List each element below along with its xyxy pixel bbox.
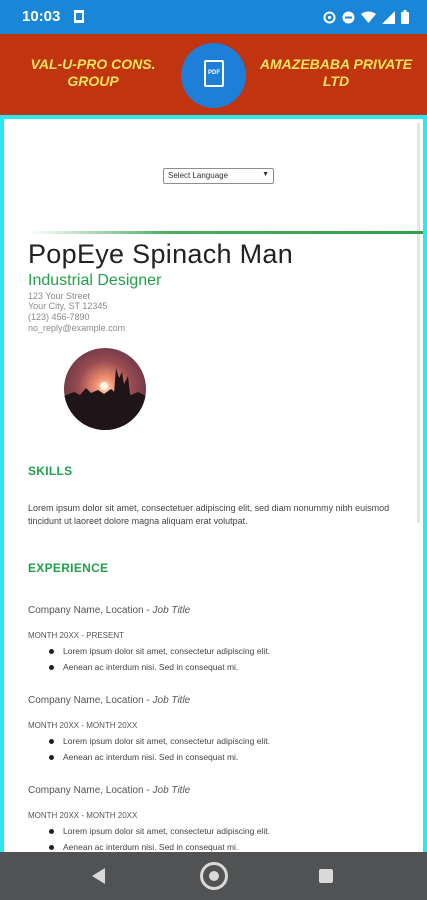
battery-icon [401,10,409,24]
skills-text: Lorem ipsum dolor sit amet, consectetuer… [28,503,390,526]
pdf-icon-label: PDF [208,70,220,76]
contact-city: Your City, ST 12345 [28,301,108,311]
recents-icon[interactable] [319,869,333,883]
job-company: Company Name, Location - Job Title [28,695,190,706]
header-right-title[interactable]: AMAZEBABA PRIVATE LTD [255,56,417,90]
sync-icon [323,11,336,23]
list-item: Lorem ipsum dolor sit amet, consectetur … [44,736,270,752]
job-company-location: Company Name, Location - [28,695,153,706]
job-company: Company Name, Location - Job Title [28,785,190,796]
job-dates: MONTH 20XX - PRESENT [28,631,125,640]
resume-name: PopEye Spinach Man [28,239,294,269]
job-dates: MONTH 20XX - MONTH 20XX [28,811,138,820]
pdf-icon: PDF [204,60,224,87]
job-bullets: Lorem ipsum dolor sit amet, consectetur … [44,646,270,678]
job-company: Company Name, Location - Job Title [28,605,190,616]
job-dates: MONTH 20XX - MONTH 20XX [28,721,138,730]
header-divider [28,231,423,234]
job-bullets: Lorem ipsum dolor sit amet, consectetur … [44,826,270,852]
status-bar: 10:03 [0,0,427,34]
pdf-button[interactable]: PDF [181,43,246,108]
status-time: 10:03 [22,8,61,25]
note-icon [74,10,84,23]
status-icons [323,8,409,26]
contact-phone: (123) 456-7890 [28,312,90,322]
header-left-title[interactable]: VAL-U-PRO CONS. GROUP [18,56,168,90]
list-item: Aenean ac interdum nisi. Sed in consequa… [44,752,270,768]
avatar [64,348,146,430]
contact-email[interactable]: no_reply@example.com [28,323,125,334]
skills-heading: SKILLS [28,464,73,478]
wifi-icon [361,11,376,23]
job-title: Job Title [152,605,191,616]
language-select-value: Select Language [168,171,229,180]
resume-webview[interactable]: Select Language ▼ PopEye Spinach Man Ind… [0,115,427,852]
job-title: Job Title [152,695,191,706]
job-company-location: Company Name, Location - [28,605,153,616]
list-item: Aenean ac interdum nisi. Sed in consequa… [44,662,270,678]
list-item: Lorem ipsum dolor sit amet, consectetur … [44,646,270,662]
chevron-down-icon: ▼ [262,171,269,178]
list-item: Lorem ipsum dolor sit amet, consectetur … [44,826,270,842]
list-item: Aenean ac interdum nisi. Sed in consequa… [44,842,270,852]
job-company-location: Company Name, Location - [28,785,153,796]
navigation-bar [0,852,427,900]
job-bullets: Lorem ipsum dolor sit amet, consectetur … [44,736,270,768]
resume-role: Industrial Designer [28,272,162,289]
signal-icon [382,10,395,24]
dnd-icon [342,11,355,23]
scrollbar[interactable] [417,123,420,523]
back-icon[interactable] [92,868,105,884]
experience-heading: EXPERIENCE [28,561,109,575]
home-icon[interactable] [200,862,228,890]
language-select[interactable]: Select Language ▼ [163,168,274,184]
app-header: VAL-U-PRO CONS. GROUP PDF AMAZEBABA PRIV… [0,34,427,115]
job-title: Job Title [152,785,191,796]
